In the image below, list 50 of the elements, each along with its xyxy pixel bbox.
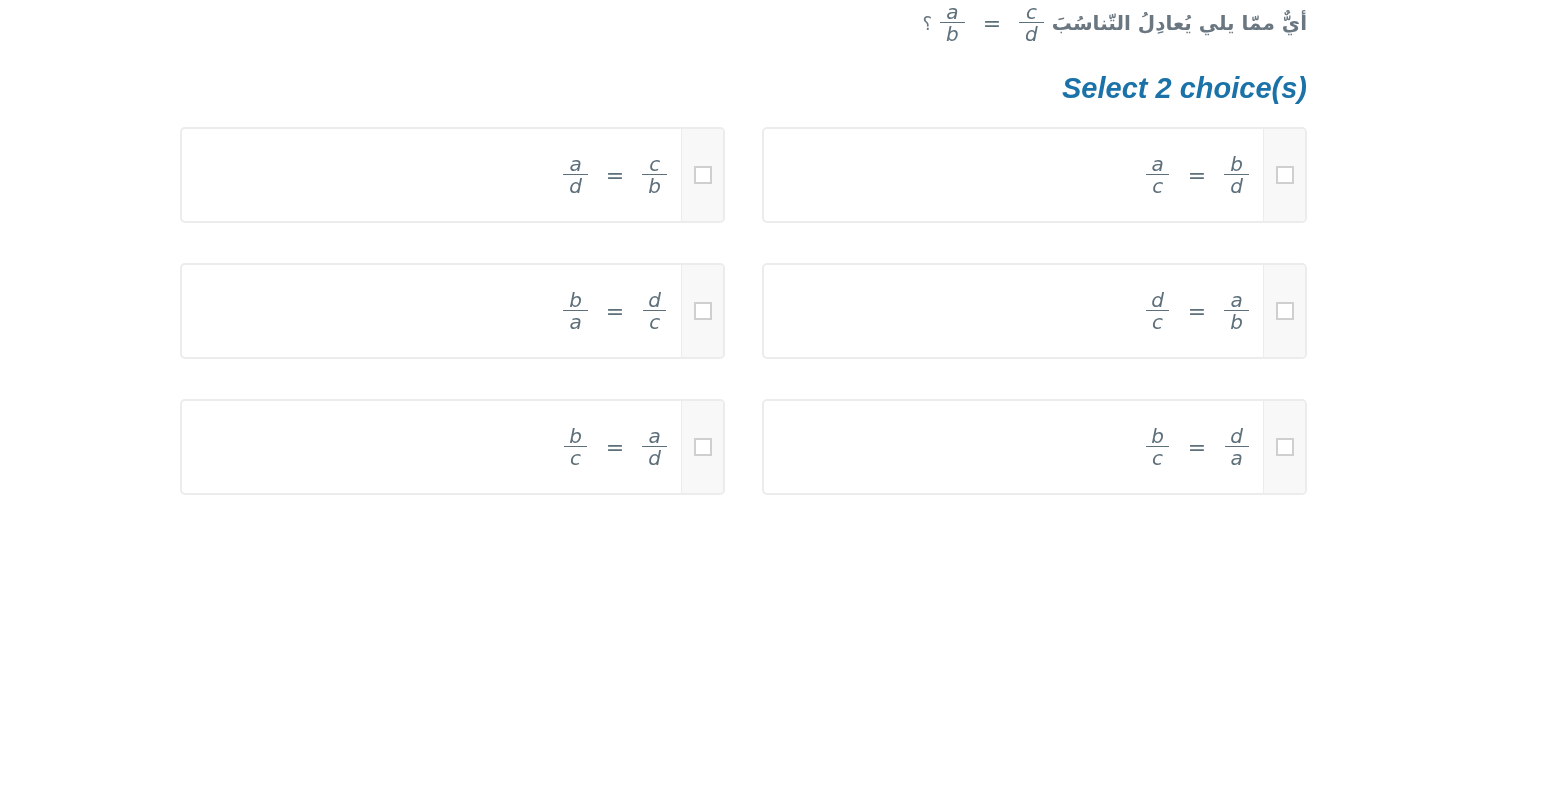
- denominator: d: [563, 174, 588, 195]
- numerator: d: [647, 291, 662, 310]
- denominator: c: [1146, 174, 1170, 195]
- choice-option[interactable]: b c = d a: [762, 399, 1307, 495]
- denominator: b: [939, 22, 965, 43]
- choice-option[interactable]: d c = a b: [762, 263, 1307, 359]
- choice-option[interactable]: b c = a d: [180, 399, 725, 495]
- denominator: c: [643, 310, 667, 331]
- question-mark: ؟: [922, 12, 932, 34]
- numerator: a: [1229, 291, 1244, 310]
- denominator: b: [1224, 310, 1249, 331]
- checkbox[interactable]: [693, 166, 712, 184]
- equals-sign: =: [1186, 298, 1208, 324]
- denominator: b: [642, 174, 667, 195]
- numerator: a: [945, 3, 960, 22]
- numerator: b: [568, 427, 583, 446]
- equals-sign: =: [1186, 434, 1208, 460]
- checkbox[interactable]: [1275, 166, 1294, 184]
- equals-sign: =: [1186, 162, 1208, 188]
- denominator: d: [1224, 174, 1249, 195]
- denominator: a: [1224, 446, 1249, 467]
- denominator: c: [564, 446, 587, 467]
- numerator: b: [568, 291, 583, 310]
- numerator: d: [1229, 427, 1244, 446]
- checkbox[interactable]: [693, 438, 712, 456]
- numerator: d: [1150, 291, 1165, 310]
- choice-option[interactable]: a d = c b: [180, 127, 725, 223]
- numerator: a: [568, 155, 583, 174]
- numerator: b: [1150, 427, 1165, 446]
- checkbox[interactable]: [1275, 438, 1294, 456]
- checkbox[interactable]: [693, 302, 712, 320]
- instruction-text: Select 2 choice(s): [1061, 72, 1307, 105]
- question-text: أيٌّ ممّا يلي يُعادِلُ التّناسُبَ: [1051, 11, 1307, 35]
- denominator: c: [1146, 310, 1169, 331]
- denominator: d: [1019, 22, 1044, 43]
- denominator: d: [642, 446, 667, 467]
- checkbox[interactable]: [1275, 302, 1294, 320]
- numerator: a: [647, 427, 662, 446]
- choice-option[interactable]: b a = d c: [180, 263, 725, 359]
- numerator: c: [1024, 3, 1038, 22]
- choice-option[interactable]: a c = b d: [762, 127, 1307, 223]
- denominator: c: [1146, 446, 1169, 467]
- equals-sign: =: [604, 298, 626, 324]
- numerator: a: [1150, 155, 1165, 174]
- equals-sign: =: [604, 434, 626, 460]
- denominator: a: [563, 310, 588, 331]
- numerator: c: [648, 155, 662, 174]
- numerator: b: [1229, 155, 1244, 174]
- equals-sign: =: [604, 162, 626, 188]
- equals-sign: =: [981, 10, 1003, 36]
